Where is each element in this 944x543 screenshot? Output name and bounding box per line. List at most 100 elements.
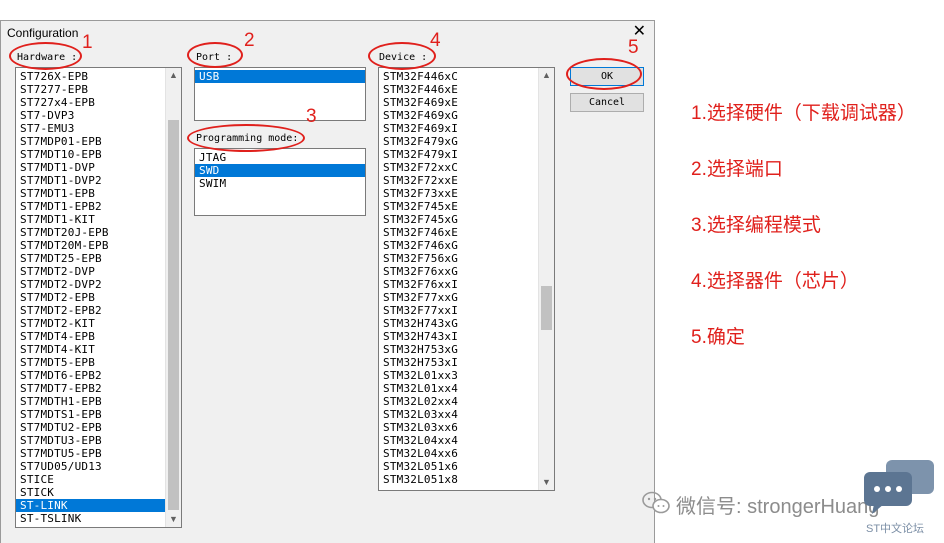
cancel-button[interactable]: Cancel <box>570 93 644 112</box>
hardware-list-item[interactable]: ST7MDT2-KIT <box>16 317 181 330</box>
hardware-list-item[interactable]: ST7MDT25-EPB <box>16 252 181 265</box>
port-highlight-ring <box>187 42 243 68</box>
device-list-item[interactable]: STM32F446xE <box>379 83 554 96</box>
hardware-list-item[interactable]: ST7MDT4-KIT <box>16 343 181 356</box>
programming-mode-listbox[interactable]: JTAG SWD SWIM <box>194 148 366 216</box>
device-list-item[interactable]: STM32L04xx6 <box>379 447 554 460</box>
device-list-item[interactable]: STM32F756xG <box>379 252 554 265</box>
device-list-item[interactable]: STM32F72xxC <box>379 161 554 174</box>
hardware-list-item[interactable]: ST727x4-EPB <box>16 96 181 109</box>
annotation-number-1: 1 <box>82 32 93 53</box>
hardware-list-item[interactable]: ST7MDT2-DVP <box>16 265 181 278</box>
hardware-list-item[interactable]: ST726X-EPB <box>16 70 181 83</box>
step-5-text: 5.确定 <box>691 327 745 348</box>
device-list-item[interactable]: STM32F745xG <box>379 213 554 226</box>
device-list-item[interactable]: STM32F469xI <box>379 122 554 135</box>
hardware-scroll-thumb[interactable] <box>168 120 179 510</box>
device-list-item[interactable]: STM32F72xxE <box>379 174 554 187</box>
hardware-list-item[interactable]: STICE <box>16 473 181 486</box>
hardware-list-item[interactable]: ST7MDTU5-EPB <box>16 447 181 460</box>
hardware-list-item[interactable]: ST7MDT1-KIT <box>16 213 181 226</box>
watermark-text: 微信号: strongerHuang <box>676 496 880 518</box>
hardware-list-item[interactable]: ST7MDTU2-EPB <box>16 421 181 434</box>
device-list-item[interactable]: STM32L01xx3 <box>379 369 554 382</box>
device-list-item[interactable]: STM32H743xI <box>379 330 554 343</box>
device-list-item[interactable]: STM32F479xI <box>379 148 554 161</box>
device-list-item[interactable]: STM32F76xxG <box>379 265 554 278</box>
device-scrollbar[interactable]: ▲ ▼ <box>538 68 554 490</box>
scroll-down-arrow-icon[interactable]: ▼ <box>539 475 554 490</box>
programming-mode-list-item[interactable]: SWD <box>195 164 365 177</box>
device-list-item[interactable]: STM32H753xG <box>379 343 554 356</box>
hardware-list-item[interactable]: ST7MDT2-EPB <box>16 291 181 304</box>
scroll-up-arrow-icon[interactable]: ▲ <box>539 68 554 83</box>
device-list-item[interactable]: STM32F479xG <box>379 135 554 148</box>
device-list-item[interactable]: STM32F469xG <box>379 109 554 122</box>
step-2-text: 2.选择端口 <box>691 159 783 180</box>
hardware-listbox[interactable]: ST726X-EPB ST7277-EPB ST727x4-EPB ST7-DVP3 S… <box>15 67 182 528</box>
hardware-list-item[interactable]: ST7277-EPB <box>16 83 181 96</box>
annotation-number-3: 3 <box>306 106 317 127</box>
hardware-list-item[interactable]: ST7MDTH1-EPB <box>16 395 181 408</box>
device-list-item[interactable]: STM32F73xxE <box>379 187 554 200</box>
configuration-dialog: Configuration ✕ Hardware : ST726X-EPB ST7… <box>0 20 655 543</box>
hardware-list-item[interactable]: ST7MDT20M-EPB <box>16 239 181 252</box>
wechat-icon <box>642 491 670 514</box>
hardware-list-item[interactable]: ST7MDTU3-EPB <box>16 434 181 447</box>
hardware-list-item[interactable]: ST7MDT10-EPB <box>16 148 181 161</box>
device-list-item[interactable]: STM32L04xx4 <box>379 434 554 447</box>
scroll-down-arrow-icon[interactable]: ▼ <box>166 512 181 527</box>
scroll-up-arrow-icon[interactable]: ▲ <box>166 68 181 83</box>
device-list-item[interactable]: STM32L01xx4 <box>379 382 554 395</box>
hardware-list-item[interactable]: ST7MDT1-EPB2 <box>16 200 181 213</box>
hardware-list-item[interactable]: ST-LINK <box>16 499 181 512</box>
annotation-number-2: 2 <box>244 30 255 51</box>
device-list-item[interactable]: STM32F77xxI <box>379 304 554 317</box>
hardware-list-item[interactable]: ST-TSLINK <box>16 512 181 525</box>
hardware-list-item[interactable]: ST7UD05/UD13 <box>16 460 181 473</box>
hardware-list-item[interactable]: ST7MDT5-EPB <box>16 356 181 369</box>
dialog-title: Configuration <box>7 26 79 40</box>
title-bar: Configuration ✕ <box>1 21 654 45</box>
device-scroll-thumb[interactable] <box>541 286 552 330</box>
hardware-list-item[interactable]: ST7MDT20J-EPB <box>16 226 181 239</box>
device-listbox[interactable]: STM32F446xC STM32F446xE STM32F469xE STM32F4… <box>378 67 555 491</box>
annotation-number-5: 5 <box>628 37 639 58</box>
step-4-text: 4.选择器件（芯片） <box>691 271 859 292</box>
device-list-item[interactable]: STM32F76xxI <box>379 278 554 291</box>
device-list-item[interactable]: STM32F746xE <box>379 226 554 239</box>
hardware-list-item[interactable]: STICK <box>16 486 181 499</box>
hardware-list-item[interactable]: ST7MDTS1-EPB <box>16 408 181 421</box>
hardware-list-item[interactable]: ST7MDT4-EPB <box>16 330 181 343</box>
hardware-list-item[interactable]: ST7-EMU3 <box>16 122 181 135</box>
device-list-item[interactable]: STM32F746xG <box>379 239 554 252</box>
hardware-scrollbar[interactable]: ▲ ▼ <box>165 68 181 527</box>
hardware-list-item[interactable]: ST7MDP01-EPB <box>16 135 181 148</box>
programming-mode-list-item[interactable]: JTAG <box>195 151 365 164</box>
hardware-list-item[interactable]: ST7MDT2-DVP2 <box>16 278 181 291</box>
port-listbox[interactable]: USB <box>194 67 366 121</box>
annotation-number-4: 4 <box>430 30 441 51</box>
device-list-item[interactable]: STM32F77xxG <box>379 291 554 304</box>
device-list-item[interactable]: STM32L02xx4 <box>379 395 554 408</box>
device-list-item[interactable]: STM32H753xI <box>379 356 554 369</box>
device-list-item[interactable]: STM32H743xG <box>379 317 554 330</box>
device-highlight-ring <box>368 42 436 70</box>
hardware-list-item[interactable]: ST7MDT1-EPB <box>16 187 181 200</box>
device-list-item[interactable]: STM32F745xE <box>379 200 554 213</box>
device-list-item[interactable]: STM32L03xx6 <box>379 421 554 434</box>
device-list-item[interactable]: STM32L051x8 <box>379 473 554 486</box>
hardware-list-item[interactable]: ST7MDT6-EPB2 <box>16 369 181 382</box>
hardware-list-item[interactable]: ST7MDT1-DVP <box>16 161 181 174</box>
programming-mode-list-item[interactable]: SWIM <box>195 177 365 190</box>
device-list-item[interactable]: STM32F446xC <box>379 70 554 83</box>
hardware-list-item[interactable]: ST7MDT1-DVP2 <box>16 174 181 187</box>
device-list-item[interactable]: STM32L051x6 <box>379 460 554 473</box>
device-list-item[interactable]: STM32L03xx4 <box>379 408 554 421</box>
hardware-list-item[interactable]: ST7MDT7-EPB2 <box>16 382 181 395</box>
port-list-item[interactable]: USB <box>195 70 365 83</box>
device-list-item[interactable]: STM32F469xE <box>379 96 554 109</box>
hardware-list-item[interactable]: ST7MDT2-EPB2 <box>16 304 181 317</box>
hardware-list-item[interactable]: ST7-DVP3 <box>16 109 181 122</box>
step-1-text: 1.选择硬件（下载调试器） <box>691 103 916 124</box>
